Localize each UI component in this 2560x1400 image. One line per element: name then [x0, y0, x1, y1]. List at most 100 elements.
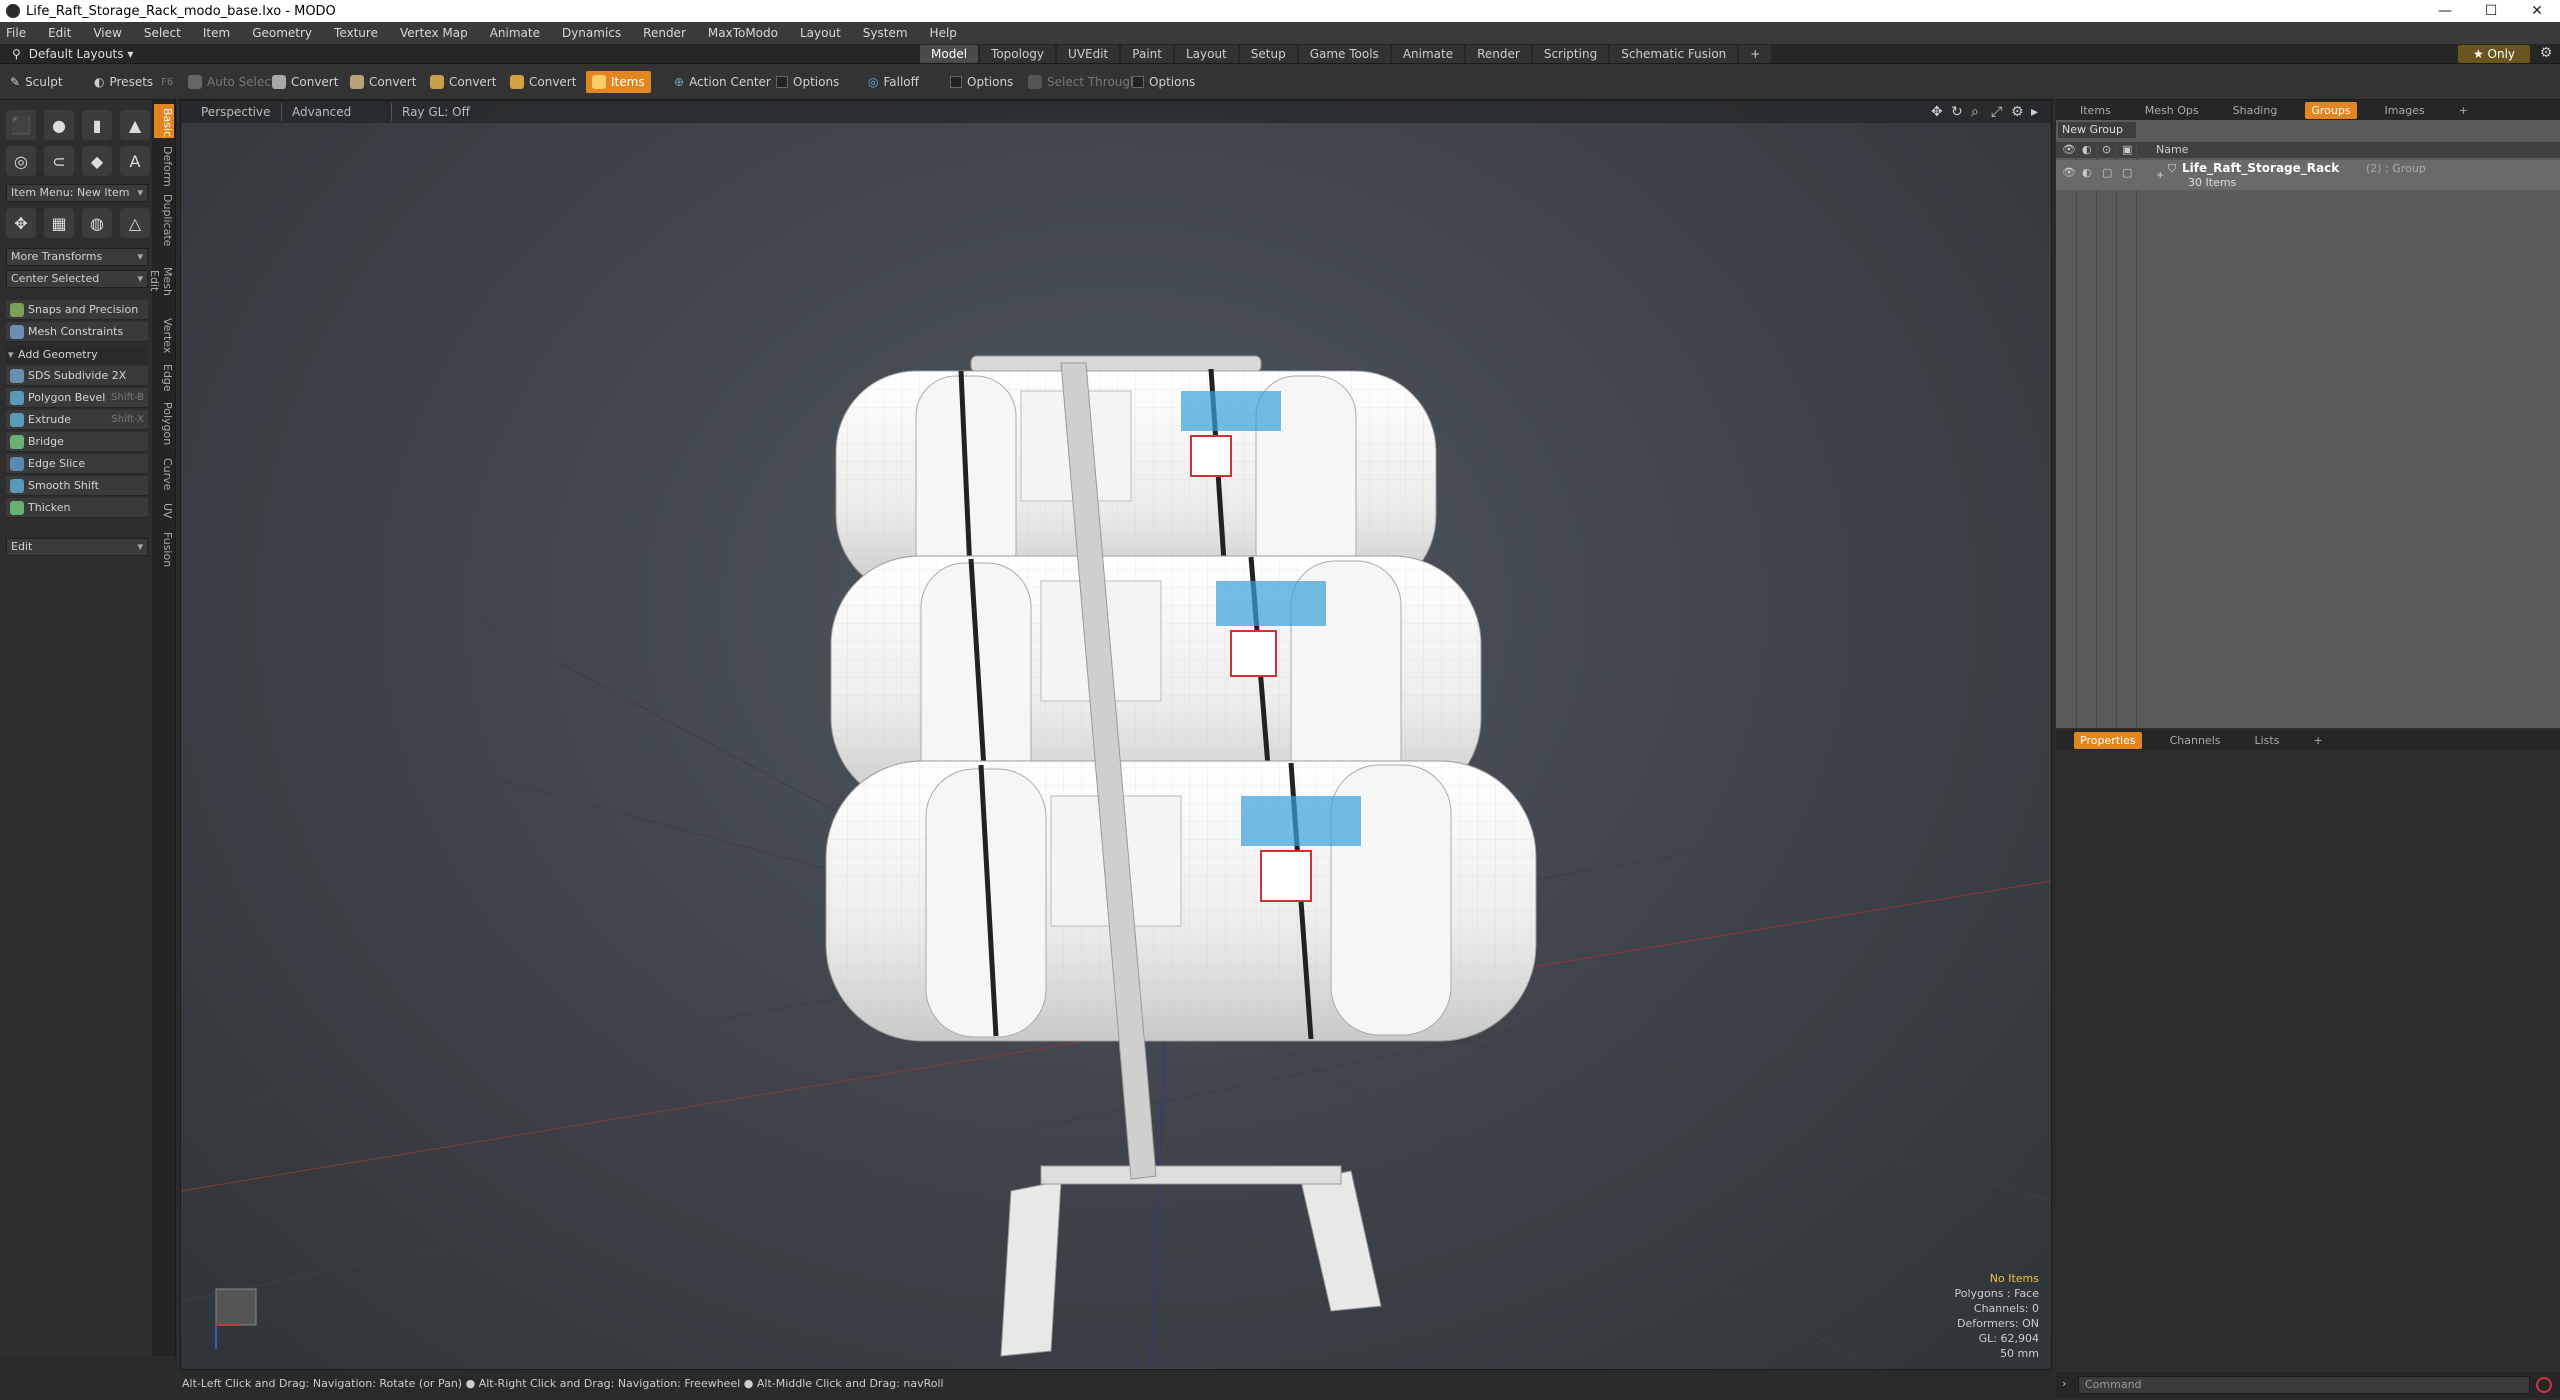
tab-game-tools[interactable]: Game Tools: [1298, 45, 1390, 63]
grid-icon[interactable]: ▦: [44, 208, 74, 238]
cylinder-icon[interactable]: ▮: [82, 110, 112, 140]
sphere-icon[interactable]: ●: [44, 110, 74, 140]
convert-edges-button[interactable]: Convert: [344, 71, 422, 93]
globe-icon[interactable]: ◍: [82, 208, 112, 238]
tab-paint[interactable]: Paint: [1121, 45, 1173, 63]
menu-select[interactable]: Select: [144, 26, 181, 40]
sculpt-button[interactable]: ✎ Sculpt: [4, 71, 69, 93]
only-toggle-button[interactable]: ★ Only: [2458, 45, 2530, 63]
snaps-precision-button[interactable]: Snaps and Precision: [6, 300, 148, 320]
vtab-deform[interactable]: Deform: [154, 142, 174, 187]
falloff-button[interactable]: ◎ Falloff: [862, 71, 925, 93]
convert-materials-button[interactable]: Convert: [504, 71, 582, 93]
action-center-button[interactable]: ⊕ Action Center: [668, 71, 777, 93]
rotate-view-icon[interactable]: ↻: [1951, 104, 1963, 120]
plane-icon[interactable]: ◆: [82, 146, 112, 176]
vtab-edge[interactable]: Edge: [154, 360, 174, 394]
render-toggle-icon[interactable]: ◐: [2082, 166, 2092, 179]
gear-icon[interactable]: ⚙: [2536, 45, 2556, 63]
convert-polygons-button[interactable]: Convert: [424, 71, 502, 93]
tab-model[interactable]: Model: [920, 45, 979, 63]
menu-layout[interactable]: Layout: [800, 26, 841, 40]
tab-topology[interactable]: Topology: [980, 45, 1056, 63]
menu-item[interactable]: Item: [203, 26, 230, 40]
extrude-button[interactable]: Extrude Shift-X: [6, 410, 148, 430]
3d-viewport[interactable]: Perspective Advanced Ray GL: Off ✥ ↻ ⌕ ⤢…: [180, 100, 2052, 1370]
tab-mesh-ops[interactable]: Mesh Ops: [2139, 102, 2205, 119]
tab-render[interactable]: Render: [1466, 45, 1531, 63]
menu-file[interactable]: File: [6, 26, 26, 40]
maximize-icon[interactable]: ☐: [2468, 0, 2514, 22]
menu-help[interactable]: Help: [930, 26, 957, 40]
tab-animate[interactable]: Animate: [1391, 45, 1465, 63]
close-icon[interactable]: ✕: [2514, 0, 2560, 22]
cube-icon[interactable]: ⬛: [6, 110, 36, 140]
action-center-options-button[interactable]: Options: [770, 71, 845, 93]
menu-view[interactable]: View: [93, 26, 121, 40]
menu-maxtomodo[interactable]: MaxToModo: [708, 26, 778, 40]
zoom-icon[interactable]: ⌕: [1971, 104, 1979, 120]
tab-schematic-fusion[interactable]: Schematic Fusion: [1610, 45, 1738, 63]
tab-properties[interactable]: Properties: [2074, 731, 2142, 749]
text-icon[interactable]: A: [120, 146, 150, 176]
viewport-gear-icon[interactable]: ⚙: [2011, 104, 2024, 120]
expand-icon[interactable]: +: [2156, 170, 2164, 181]
smooth-shift-button[interactable]: Smooth Shift: [6, 476, 148, 496]
minimize-icon[interactable]: —: [2422, 0, 2468, 22]
new-group-button[interactable]: New Group: [2058, 122, 2136, 138]
perspective-view-tab[interactable]: Perspective: [191, 103, 281, 121]
lock-toggle-icon[interactable]: ▢: [2102, 166, 2112, 179]
edge-slice-button[interactable]: Edge Slice: [6, 454, 148, 474]
transform-icon[interactable]: ✥: [6, 208, 36, 238]
ray-gl-toggle[interactable]: Ray GL: Off: [391, 103, 480, 121]
select-through-options-button[interactable]: Options: [1126, 71, 1201, 93]
expand-arrow-icon[interactable]: ▸: [2031, 104, 2038, 120]
vtab-curve[interactable]: Curve: [154, 454, 174, 494]
add-properties-tab-button[interactable]: +: [2307, 732, 2328, 749]
polygon-bevel-button[interactable]: Polygon Bevel Shift-B: [6, 388, 148, 408]
tab-setup[interactable]: Setup: [1239, 45, 1297, 63]
menu-animate[interactable]: Animate: [490, 26, 540, 40]
group-row[interactable]: 👁 ◐ ▢ ▢ + ⛉ Life_Raft_Storage_Rack (2) :…: [2056, 160, 2560, 190]
convert-vertices-button[interactable]: Convert: [266, 71, 344, 93]
tab-items[interactable]: Items: [2074, 102, 2117, 119]
vtab-polygon[interactable]: Polygon: [154, 398, 174, 450]
tab-images[interactable]: Images: [2379, 102, 2431, 119]
tab-shading[interactable]: Shading: [2227, 102, 2284, 119]
menu-render[interactable]: Render: [643, 26, 686, 40]
tab-groups[interactable]: Groups: [2305, 101, 2357, 119]
mesh-constraints-button[interactable]: Mesh Constraints: [6, 322, 148, 342]
menu-system[interactable]: System: [863, 26, 908, 40]
vtab-vertex[interactable]: Vertex: [154, 314, 174, 356]
pyramid-icon[interactable]: △: [120, 208, 150, 238]
menu-dynamics[interactable]: Dynamics: [562, 26, 621, 40]
layouts-dropdown[interactable]: ⚲ Default Layouts ▾: [12, 46, 142, 62]
vtab-mesh-edit[interactable]: Mesh Edit: [148, 252, 174, 310]
menu-texture[interactable]: Texture: [334, 26, 378, 40]
menu-geometry[interactable]: Geometry: [252, 26, 312, 40]
bridge-button[interactable]: Bridge: [6, 432, 148, 452]
capsule-icon[interactable]: ⊂: [44, 146, 74, 176]
sds-subdivide-button[interactable]: SDS Subdivide 2X: [6, 366, 148, 386]
vtab-fusion[interactable]: Fusion: [154, 528, 174, 572]
select-toggle-icon[interactable]: ▢: [2122, 166, 2132, 179]
items-mode-button[interactable]: Items: [586, 71, 651, 93]
advanced-shading-tab[interactable]: Advanced: [281, 103, 361, 121]
torus-icon[interactable]: ◎: [6, 146, 36, 176]
falloff-options-button[interactable]: Options: [944, 71, 1019, 93]
tab-scripting[interactable]: Scripting: [1532, 45, 1609, 63]
visibility-eye-icon[interactable]: 👁: [2062, 166, 2076, 179]
tab-lists[interactable]: Lists: [2249, 732, 2286, 749]
tab-layout[interactable]: Layout: [1174, 45, 1238, 63]
record-icon[interactable]: [2536, 1377, 2552, 1393]
presets-button[interactable]: ◐ Presets F6: [88, 71, 179, 93]
vtab-uv[interactable]: UV: [154, 498, 174, 524]
tab-channels[interactable]: Channels: [2164, 732, 2227, 749]
more-transforms-dropdown[interactable]: More Transforms: [6, 248, 148, 266]
scene-render[interactable]: [181, 101, 2052, 1370]
center-selected-dropdown[interactable]: Center Selected: [6, 270, 148, 288]
move-view-icon[interactable]: ✥: [1931, 104, 1943, 120]
cone-icon[interactable]: ▲: [120, 110, 150, 140]
tab-uvedit[interactable]: UVEdit: [1057, 45, 1120, 63]
menu-edit[interactable]: Edit: [48, 26, 71, 40]
